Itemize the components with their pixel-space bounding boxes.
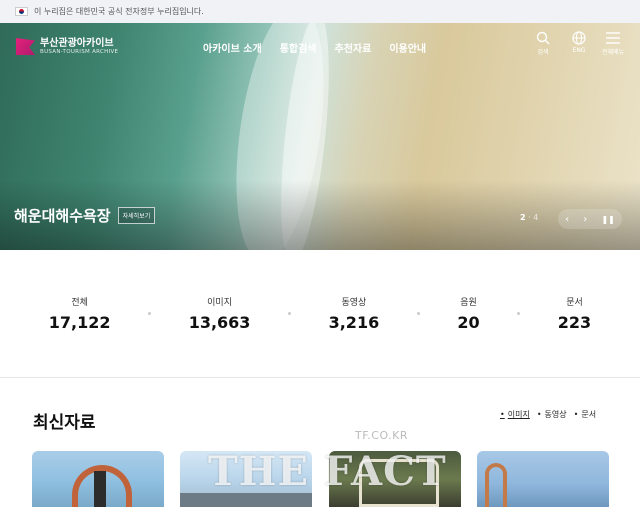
logo-mark-icon — [16, 38, 35, 55]
nav-item-about[interactable]: 아카이브 소개 — [203, 40, 262, 55]
latest-section-title: 최신자료 — [33, 413, 96, 433]
stat-label: 전체 — [71, 298, 88, 308]
menu-label: 전체메뉴 — [602, 49, 625, 56]
globe-icon — [572, 31, 586, 45]
language-label: ENG — [572, 47, 586, 54]
hero-more-button[interactable]: 자세히보기 — [117, 207, 156, 224]
hero-pager: 2 · 4 — [520, 213, 539, 222]
pause-icon[interactable]: ❚❚ — [601, 215, 614, 224]
hero-total-pages: 4 — [533, 213, 539, 222]
hero-title: 해운대해수욕장 — [14, 207, 111, 225]
search-label: 검색 — [537, 49, 549, 56]
watermark-small: TF.CO.KR — [355, 429, 409, 442]
hamburger-icon — [606, 32, 621, 44]
hero-controls: ‹ › ❚❚ — [558, 209, 622, 229]
watermark-big: THE FACT — [208, 448, 447, 495]
stat-audio[interactable]: 음원 20 — [457, 295, 479, 332]
language-button[interactable]: ENG — [572, 31, 586, 54]
separator-dot — [288, 312, 292, 315]
tab-documents[interactable]: 문서 — [574, 409, 596, 420]
main-nav: 아카이브 소개 통합검색 추천자료 이용안내 — [203, 40, 426, 55]
stat-label: 음원 — [460, 298, 477, 308]
stat-value: 20 — [457, 313, 480, 332]
nav-item-recommended[interactable]: 추천자료 — [335, 40, 372, 55]
stat-label: 문서 — [566, 298, 583, 308]
site-logo[interactable]: 부산관광아카이브 BUSAN-TOURISM ARCHIVE — [16, 38, 118, 55]
tab-videos[interactable]: 동영상 — [537, 409, 567, 420]
search-icon — [536, 31, 550, 45]
separator-dot — [517, 312, 521, 315]
hero-banner: 부산관광아카이브 BUSAN-TOURISM ARCHIVE 아카이브 소개 통… — [0, 23, 640, 250]
menu-button[interactable]: 전체메뉴 — [602, 31, 624, 56]
gov-banner-text: 이 누리집은 대한민국 공식 전자정부 누리집입니다. — [34, 7, 204, 16]
shore-shape — [180, 493, 312, 507]
stat-value: 3,216 — [328, 313, 380, 332]
hero-current-page: 2 — [520, 213, 526, 222]
logo-name-en: BUSAN-TOURISM ARCHIVE — [40, 49, 119, 55]
stat-label: 동영상 — [341, 298, 367, 308]
latest-thumbnail[interactable] — [32, 451, 164, 507]
hero-caption: 해운대해수욕장 자세히보기 — [14, 205, 156, 226]
stat-label: 이미지 — [207, 298, 232, 308]
separator-dot — [148, 312, 152, 315]
sign-post-shape — [94, 471, 106, 507]
latest-thumbnail[interactable] — [477, 451, 609, 507]
prev-slide-icon[interactable]: ‹ — [565, 214, 569, 225]
logo-name-ko: 부산관광아카이브 — [40, 38, 114, 49]
arch-shape — [485, 463, 507, 507]
stat-images[interactable]: 이미지 13,663 — [189, 295, 251, 332]
separator-dot — [416, 312, 420, 315]
nav-item-guide[interactable]: 이용안내 — [389, 40, 426, 55]
tab-images[interactable]: 이미지 — [500, 409, 530, 420]
stats-bar: 전체 17,122 이미지 13,663 동영상 3,216 음원 20 문서 … — [0, 250, 640, 378]
search-button[interactable]: 검색 — [536, 31, 550, 56]
stat-documents[interactable]: 문서 223 — [558, 295, 591, 332]
nav-item-search[interactable]: 통합검색 — [280, 40, 317, 55]
stat-value: 13,663 — [188, 313, 251, 332]
gov-banner: 이 누리집은 대한민국 공식 전자정부 누리집입니다. — [0, 0, 640, 23]
next-slide-icon[interactable]: › — [583, 214, 587, 225]
korean-flag-icon — [15, 7, 28, 16]
stat-value: 223 — [557, 313, 592, 332]
stat-value: 17,122 — [48, 313, 111, 332]
stat-all[interactable]: 전체 17,122 — [49, 295, 111, 332]
latest-tabs: 이미지 동영상 문서 — [500, 409, 596, 420]
stat-videos[interactable]: 동영상 3,216 — [329, 295, 380, 332]
